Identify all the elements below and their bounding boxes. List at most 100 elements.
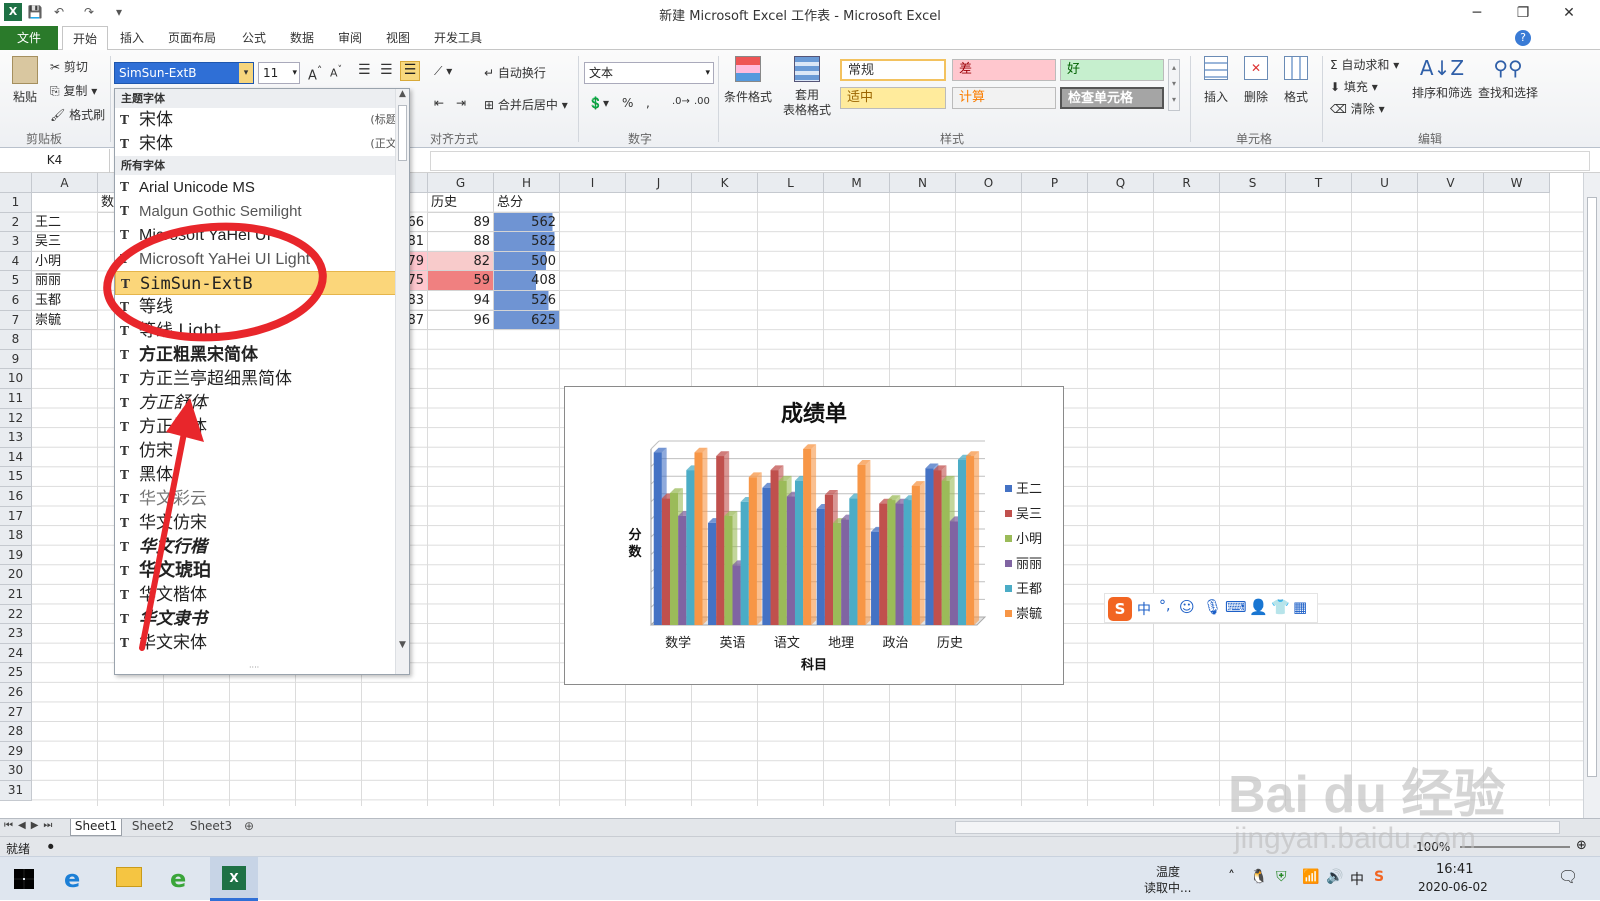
column-header[interactable]: T (1286, 173, 1352, 193)
column-header[interactable]: U (1352, 173, 1418, 193)
emoji-icon[interactable]: ☺ (1179, 598, 1195, 616)
close-button[interactable]: ✕ (1546, 0, 1592, 26)
style-normal[interactable]: 常规 (840, 59, 946, 81)
row-header[interactable]: 26 (0, 683, 32, 703)
bar[interactable] (740, 501, 749, 625)
formula-input[interactable] (430, 151, 1590, 171)
bar[interactable] (903, 500, 912, 625)
zoom-level[interactable]: 100% (1416, 840, 1450, 854)
row-header[interactable]: 22 (0, 604, 32, 625)
minimize-button[interactable]: ─ (1454, 0, 1500, 26)
font-list-scrollbar[interactable]: ▲ ▼ (395, 89, 409, 674)
total-cell[interactable]: 500 (494, 251, 560, 272)
bar[interactable] (816, 508, 825, 625)
column-header[interactable]: N (890, 173, 956, 193)
sheet-nav-icon[interactable]: ⏮◀▶⏭ (4, 820, 57, 831)
row-header[interactable]: 24 (0, 643, 32, 664)
row-header[interactable]: 13 (0, 428, 32, 448)
toolbox-icon[interactable]: ▦ (1293, 598, 1307, 616)
fill-button[interactable]: ⬇ 填充 ▾ (1330, 78, 1378, 95)
zoom-in-icon[interactable]: ⊕ (1576, 838, 1587, 853)
resize-grip-icon[interactable]: ···· (249, 663, 259, 672)
format-painter-button[interactable]: 🖌 格式刷 (50, 106, 105, 123)
qq-icon[interactable]: 🐧 (1250, 869, 1267, 885)
chart-area[interactable]: 数学 英语 语文 地理 政治 历史 成绩单 科目 分数 王二 吴三 小明 丽丽 王都 崇毓 (564, 386, 1064, 685)
new-sheet-icon[interactable]: ⊕ (244, 819, 254, 833)
font-option[interactable]: T 华文隶书 (115, 607, 409, 631)
row-header[interactable]: 21 (0, 585, 32, 605)
column-header[interactable]: G (428, 173, 494, 193)
decrease-decimal-icon[interactable]: .00 (694, 96, 710, 107)
merge-center-button[interactable]: ⊞ 合并后居中 ▾ (484, 96, 568, 113)
tab-insert[interactable]: 插入 (110, 26, 154, 50)
scroll-down-icon[interactable]: ▼ (396, 640, 409, 654)
sort-filter-button[interactable]: A↓Z 排序和筛选 (1410, 56, 1474, 101)
name-box[interactable]: K4 (0, 149, 110, 173)
row-header[interactable]: 27 (0, 702, 32, 723)
help-icon[interactable]: ? (1515, 30, 1531, 46)
column-header[interactable]: K (692, 173, 758, 193)
bar[interactable] (661, 498, 671, 625)
chinese-mode-icon[interactable]: 中 (1137, 599, 1151, 619)
styles-scroll[interactable]: ▴ ▾ ▾ (1168, 59, 1180, 111)
horizontal-scrollbar[interactable] (955, 821, 1560, 834)
bar[interactable] (849, 498, 858, 625)
punctuation-icon[interactable]: °, (1159, 598, 1170, 614)
font-option[interactable]: T 华文仿宋 (115, 511, 409, 535)
currency-icon[interactable]: 💲▾ (588, 96, 609, 110)
name-cell[interactable]: 吴三 (32, 232, 98, 252)
sheet-tab[interactable]: Sheet2 (126, 819, 180, 836)
column-header[interactable]: I (560, 173, 626, 193)
indent-decrease-icon[interactable]: ⇤ (434, 96, 444, 110)
sogou-tray-icon[interactable]: S (1374, 869, 1384, 885)
ime-indicator-icon[interactable]: 中 (1350, 869, 1364, 889)
bar[interactable] (911, 485, 920, 625)
font-option[interactable]: T Arial Unicode MS (115, 175, 409, 199)
skin-icon[interactable]: 👕 (1271, 598, 1290, 616)
bar[interactable] (966, 456, 975, 625)
font-option[interactable]: T 华文宋体 (115, 631, 409, 655)
tray-chevron-icon[interactable]: ˄ (1228, 869, 1235, 885)
notification-icon[interactable]: 🗨 (1558, 867, 1578, 886)
style-neutral[interactable]: 适中 (840, 87, 946, 109)
conditional-format-button[interactable]: 条件格式 (722, 56, 774, 105)
tab-review[interactable]: 审阅 (328, 26, 372, 50)
microphone-icon[interactable]: 🎙 (1203, 598, 1222, 616)
cut-button[interactable]: ✂ 剪切 (50, 58, 88, 75)
bar[interactable] (732, 565, 741, 625)
row-header[interactable]: 28 (0, 722, 32, 742)
total-cell[interactable]: 625 (494, 310, 560, 331)
style-calculation[interactable]: 计算 (952, 87, 1056, 109)
ime-toolbar[interactable]: S 中 °, ☺ 🎙 ⌨ 👤 👕 ▦ (1104, 593, 1318, 623)
vertical-scrollbar[interactable] (1583, 173, 1600, 818)
header-cell[interactable]: 历史 (428, 193, 494, 213)
excel-taskbar-icon[interactable]: X (210, 857, 258, 901)
decrease-font-icon[interactable]: A˅ (330, 64, 342, 80)
bar[interactable] (778, 480, 787, 625)
bar[interactable] (925, 468, 934, 625)
row-header[interactable]: 6 (0, 291, 32, 311)
bar[interactable] (786, 496, 795, 625)
score-cell[interactable]: 89 (428, 212, 494, 233)
comma-button[interactable]: , (646, 96, 650, 110)
bar[interactable] (803, 449, 812, 625)
browser-icon[interactable]: e (170, 865, 186, 893)
user-icon[interactable]: 👤 (1249, 598, 1268, 616)
bar[interactable] (833, 522, 842, 625)
tab-file[interactable]: 文件 (0, 26, 58, 50)
font-name-combo[interactable]: SimSun-ExtB ▾ (114, 62, 254, 84)
row-header[interactable]: 2 (0, 212, 32, 233)
bar[interactable] (794, 480, 804, 625)
name-cell[interactable]: 崇毓 (32, 310, 98, 331)
row-header[interactable]: 10 (0, 369, 32, 389)
column-header[interactable]: L (758, 173, 824, 193)
clock-date[interactable]: 2020-06-02 (1418, 880, 1488, 894)
bar[interactable] (933, 470, 942, 625)
indent-increase-icon[interactable]: ⇥ (456, 96, 466, 110)
bar[interactable] (748, 477, 757, 625)
volume-icon[interactable]: 🔊 (1326, 869, 1343, 885)
bar[interactable] (824, 494, 834, 625)
total-cell[interactable]: 582 (494, 232, 560, 252)
name-cell[interactable]: 王二 (32, 212, 98, 233)
bar[interactable] (941, 480, 950, 625)
